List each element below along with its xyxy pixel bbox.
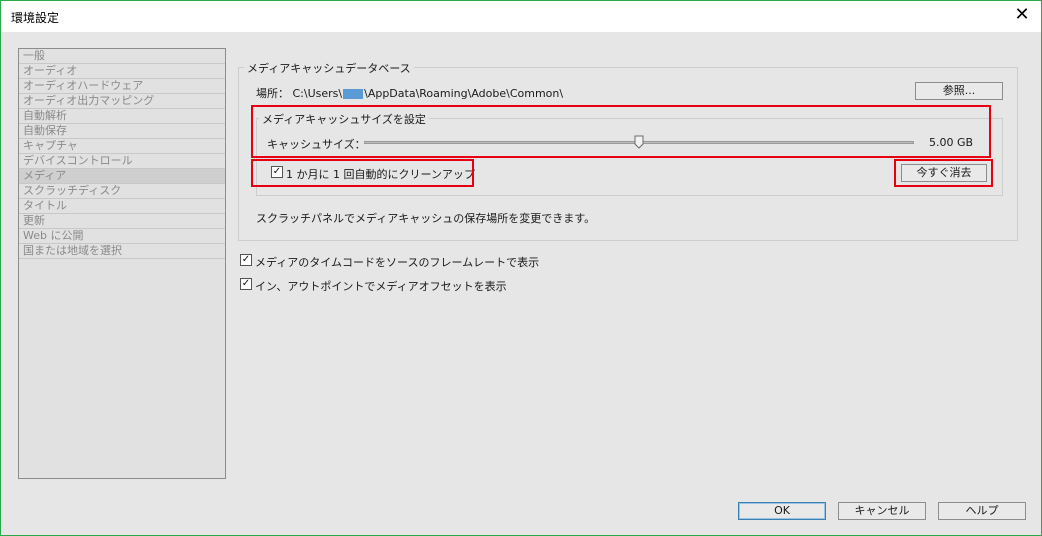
scratch-note: スクラッチパネルでメディアキャッシュの保存場所を変更できます。 [256,212,596,225]
sidebar-item-auto-save[interactable]: 自動保存 [19,124,225,139]
title-bar: 環境設定 ✕ [1,1,1041,32]
browse-button[interactable]: 参照... [915,82,1003,100]
sidebar-item-audio-output-mapping[interactable]: オーディオ出力マッピング [19,94,225,109]
sidebar-item-auto-analysis[interactable]: 自動解析 [19,109,225,124]
timecode-framerate-checkbox[interactable]: ✓ [240,254,252,266]
redacted-username [343,89,364,99]
category-list: 一般 オーディオ オーディオハードウェア オーディオ出力マッピング 自動解析 自… [18,48,226,479]
sidebar-item-updates[interactable]: 更新 [19,214,225,229]
timecode-framerate-label[interactable]: メディアのタイムコードをソースのフレームレートで表示 [255,254,539,270]
window-title: 環境設定 [11,11,60,25]
sidebar-item-audio[interactable]: オーディオ [19,64,225,79]
highlight-cache-size-box [251,105,991,158]
sidebar-item-titles[interactable]: タイトル [19,199,225,214]
sidebar-item-publish-web[interactable]: Web に公開 [19,229,225,244]
sidebar-item-capture[interactable]: キャプチャ [19,139,225,154]
sidebar-item-device-control[interactable]: デバイスコントロール [19,154,225,169]
sidebar-item-general[interactable]: 一般 [19,49,225,64]
sidebar-item-audio-hardware[interactable]: オーディオハードウェア [19,79,225,94]
sidebar-item-region[interactable]: 国または地域を選択 [19,244,225,259]
location-label: 場所： [256,87,289,100]
help-button[interactable]: ヘルプ [938,502,1026,520]
highlight-auto-clean-box [251,159,474,187]
cancel-button[interactable]: キャンセル [838,502,926,520]
media-offset-label[interactable]: イン、アウトポイントでメディアオフセットを表示 [255,278,507,294]
media-cache-db-title: メディアキャッシュデータベース [244,60,414,76]
location-row: 場所： C:\Users\ \AppData\Roaming\Adobe\Comm… [256,85,563,101]
location-path-suffix: \AppData\Roaming\Adobe\Common\ [364,87,564,100]
close-icon[interactable]: ✕ [1011,5,1033,27]
location-path-prefix: C:\Users\ [292,87,343,100]
ok-button[interactable]: OK [738,502,826,520]
sidebar-item-media[interactable]: メディア [19,169,225,184]
sidebar-item-scratch-disks[interactable]: スクラッチディスク [19,184,225,199]
highlight-clean-now-box [894,159,993,187]
preferences-window: 環境設定 ✕ 一般 オーディオ オーディオハードウェア オーディオ出力マッピング… [0,0,1042,536]
media-offset-checkbox[interactable]: ✓ [240,278,252,290]
